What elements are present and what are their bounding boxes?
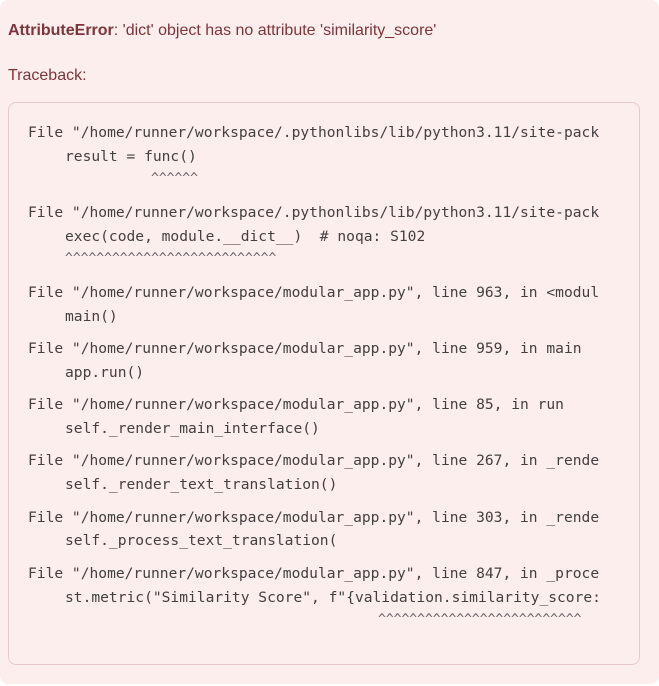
traceback-file-line: File "/home/runner/workspace/modular_app… — [28, 509, 600, 526]
traceback-carets: ^^^^^^ — [151, 171, 198, 186]
traceback-file-line: File "/home/runner/workspace/modular_app… — [28, 396, 564, 413]
traceback-file-line: File "/home/runner/workspace/modular_app… — [28, 340, 582, 357]
traceback-code-line: app.run() — [65, 364, 145, 381]
traceback-code-line: result = func() — [65, 148, 197, 165]
traceback-code-line: self._render_text_translation() — [65, 476, 338, 493]
error-alert: AttributeError: 'dict' object has no att… — [0, 0, 659, 684]
traceback-file-line: File "/home/runner/workspace/modular_app… — [28, 452, 600, 469]
traceback-file-line: File "/home/runner/workspace/modular_app… — [28, 565, 600, 582]
traceback-code-block[interactable]: File "/home/runner/workspace/.pythonlibs… — [8, 102, 640, 665]
error-message: : 'dict' object has no attribute 'simila… — [113, 22, 437, 39]
traceback-code-line: main() — [65, 308, 118, 325]
traceback-code-line: self._render_main_interface() — [65, 420, 320, 437]
traceback-file-line: File "/home/runner/workspace/modular_app… — [28, 284, 600, 301]
error-type: AttributeError — [8, 22, 114, 39]
traceback-label: Traceback: — [8, 67, 87, 84]
traceback-code-line: self._process_text_translation( — [65, 532, 338, 549]
traceback-file-line: File "/home/runner/workspace/.pythonlibs… — [28, 124, 600, 141]
traceback-file-line: File "/home/runner/workspace/.pythonlibs… — [28, 204, 600, 221]
traceback-carets: ^^^^^^^^^^^^^^^^^^^^^^^^^^ — [378, 612, 582, 627]
error-title: AttributeError: 'dict' object has no att… — [8, 22, 436, 40]
traceback-code-line: exec(code, module.__dict__) # noqa: S102 — [65, 228, 426, 245]
traceback-carets: ^^^^^^^^^^^^^^^^^^^^^^^^^^^ — [65, 251, 277, 266]
traceback-code-line: st.metric("Similarity Score", f"{validat… — [65, 589, 601, 606]
